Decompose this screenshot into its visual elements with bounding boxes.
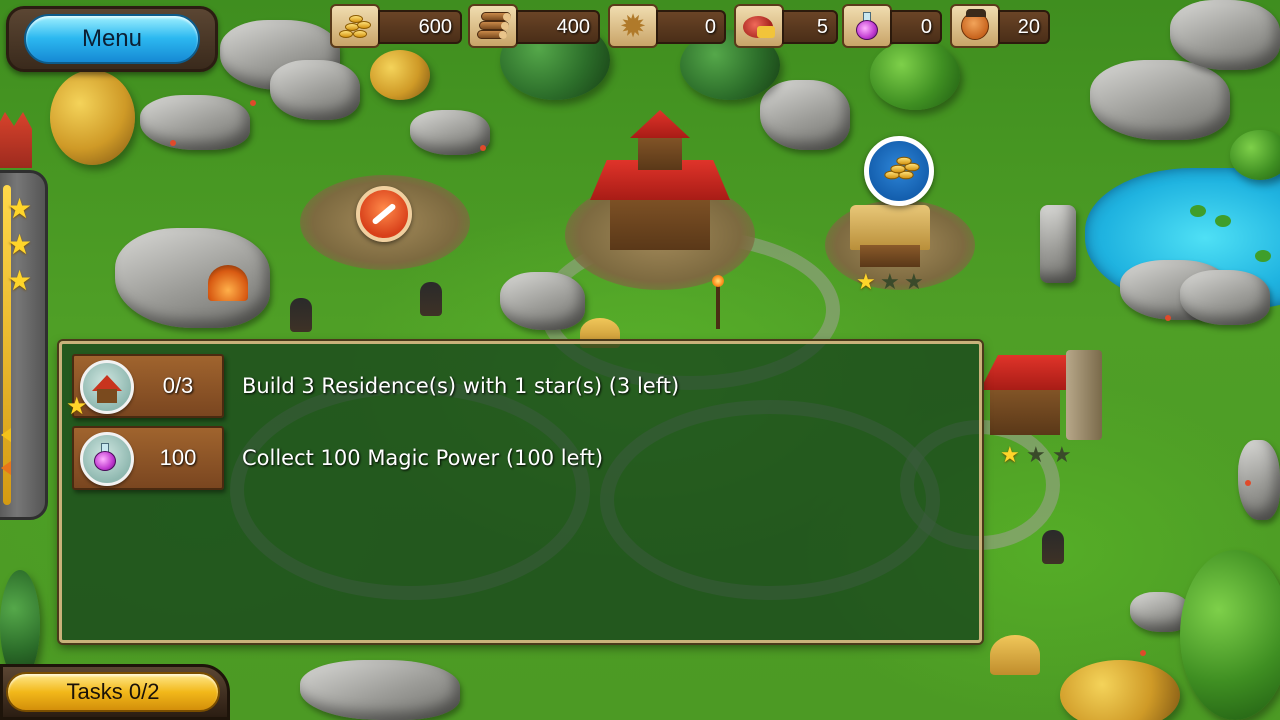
task-row: 100 Collect 100 Magic Power (100 left) (72, 426, 952, 490)
wood-logs-icon (468, 4, 518, 48)
lily-pad (1190, 205, 1206, 217)
autumn-tree (1060, 660, 1180, 720)
building-star-empty-icon: ★ (1052, 443, 1072, 468)
resource-value: 400 (516, 10, 600, 44)
task-count: 100 (159, 445, 197, 470)
residence-icon (80, 360, 134, 414)
building-star-empty-icon: ★ (1026, 443, 1046, 468)
rock (1238, 440, 1280, 520)
potion-icon (80, 432, 134, 486)
worker-face-icon (950, 4, 1000, 48)
lily-pad (1255, 250, 1271, 262)
tree (1180, 550, 1280, 720)
potion-icon (842, 4, 892, 48)
rock (270, 60, 360, 120)
flower (480, 145, 486, 151)
progress-marker-icon (1, 461, 11, 475)
flower (250, 100, 256, 106)
tasks-panel: ★ 0/3 Build 3 Residence(s) with 1 star(s… (59, 341, 982, 643)
worker (420, 282, 442, 316)
thatched-hut[interactable] (850, 205, 930, 270)
collect-coins-bubble[interactable] (864, 136, 934, 206)
rock (500, 272, 585, 330)
resource-value: 0 (656, 10, 726, 44)
tasks-button[interactable]: Tasks 0/2 (6, 672, 220, 712)
building-star-empty-icon: ★ (904, 270, 924, 295)
rock (1180, 270, 1270, 325)
flower (1140, 650, 1146, 656)
flower (1245, 480, 1251, 486)
autumn-tree (50, 70, 135, 165)
rock (760, 80, 850, 150)
task-plate: ★ 0/3 (66, 354, 224, 418)
rock (1090, 60, 1230, 140)
haystack (990, 635, 1040, 675)
resource-value: 600 (378, 10, 462, 44)
lily-pad (1215, 215, 1231, 227)
resource-magic: 0 (842, 4, 942, 48)
rock (1170, 0, 1280, 70)
blacksmith[interactable] (980, 340, 1120, 450)
autumn-tree (370, 50, 430, 100)
task-plate: 100 (72, 426, 224, 490)
worker (290, 298, 312, 332)
rating-star-icon: ★ (7, 228, 33, 261)
rating-star-icon: ★ (7, 264, 33, 297)
task-row: ★ 0/3 Build 3 Residence(s) with 1 star(s… (66, 354, 952, 418)
tree (870, 40, 960, 110)
task-count: 0/3 (162, 373, 194, 398)
building-star-icon: ★ (856, 270, 876, 295)
flower (1165, 315, 1171, 321)
resource-value: 20 (998, 10, 1050, 44)
food-icon (734, 4, 784, 48)
resource-wood: 400 (468, 4, 600, 48)
resource-stone: ✹ 0 (608, 4, 726, 48)
flower (170, 140, 176, 146)
resource-value: 5 (782, 10, 838, 44)
building-star-icon: ★ (1000, 443, 1020, 468)
cave-fire (208, 265, 248, 301)
torch (712, 275, 724, 329)
star-requirement-icon: ★ (66, 392, 88, 420)
progress-rail: ★ ★ ★ (0, 170, 48, 520)
rock (300, 660, 460, 720)
task-description: Collect 100 Magic Power (100 left) (242, 446, 604, 470)
menu-button[interactable]: Menu (24, 14, 200, 64)
stone-icon: ✹ (608, 4, 658, 48)
task-description: Build 3 Residence(s) with 1 star(s) (3 l… (242, 374, 680, 398)
worker (1042, 530, 1064, 564)
rock (1040, 205, 1076, 283)
resource-workers: 20 (950, 4, 1050, 48)
rock (140, 95, 250, 150)
gold-coins-icon (330, 4, 380, 48)
progress-marker-icon (1, 428, 11, 442)
resource-value: 0 (890, 10, 942, 44)
building-star-empty-icon: ★ (880, 270, 900, 295)
blocked-site-icon[interactable] (356, 186, 412, 242)
rock (410, 110, 490, 155)
town-hall[interactable] (590, 100, 730, 270)
rating-star-icon: ★ (7, 192, 33, 225)
resource-gold: 600 (330, 4, 462, 48)
resource-food: 5 (734, 4, 838, 48)
